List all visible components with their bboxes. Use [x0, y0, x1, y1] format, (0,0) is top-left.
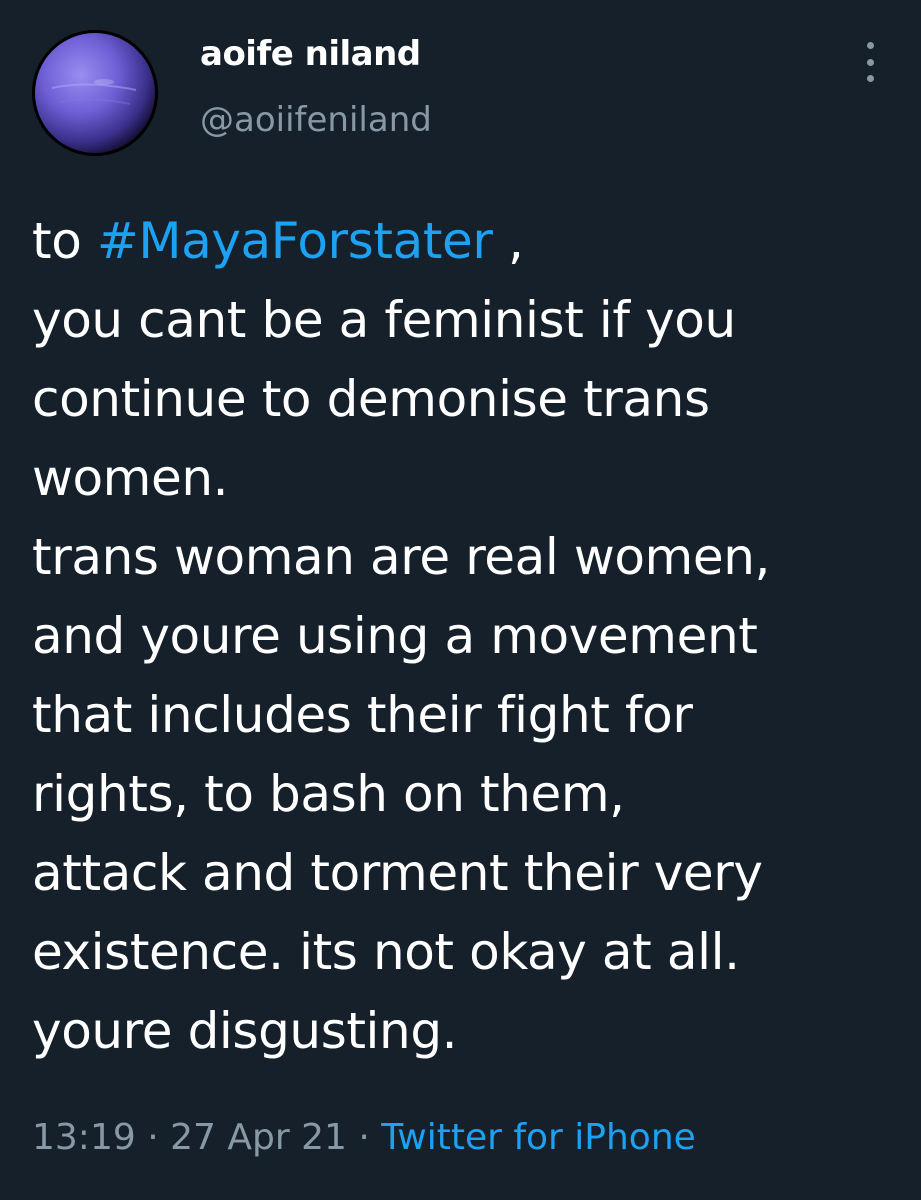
tweet-text: to #MayaForstater , you cant be a femini… [32, 202, 902, 1071]
more-dot [866, 75, 874, 82]
tweet-line: that includes their fight for [32, 686, 693, 744]
tweet-suffix: , [492, 212, 524, 270]
tweet-card: aoife niland @aoiifeniland to #MayaForst… [0, 0, 921, 1200]
tweet-prefix: to [32, 212, 97, 270]
tweet-date[interactable]: 27 Apr 21 [170, 1117, 347, 1158]
avatar[interactable] [32, 30, 158, 156]
display-name[interactable]: aoife niland [200, 34, 421, 74]
tweet-meta: 13:19 · 27 Apr 21 · Twitter for iPhone [32, 1117, 696, 1158]
tweet-line: women. [32, 449, 229, 507]
tweet-line: to #MayaForstater , [32, 202, 902, 281]
tweet-source-link[interactable]: Twitter for iPhone [381, 1117, 696, 1158]
tweet-line: youre disgusting. [32, 1002, 458, 1060]
meta-separator: · [135, 1117, 171, 1158]
tweet-line: rights, to bash on them, [32, 765, 625, 823]
tweet-line: continue to demonise trans [32, 370, 710, 428]
hashtag-link[interactable]: #MayaForstater [97, 212, 493, 270]
more-dot [866, 58, 874, 66]
avatar-planet-image [32, 30, 158, 156]
tweet-time[interactable]: 13:19 [32, 1117, 136, 1158]
more-vertical-icon[interactable] [850, 40, 890, 84]
tweet-line: existence. its not okay at all. [32, 923, 740, 981]
more-dot [866, 42, 874, 49]
tweet-line: trans woman are real women, [32, 528, 770, 586]
user-handle[interactable]: @aoiifeniland [200, 100, 432, 140]
meta-separator: · [346, 1117, 382, 1158]
tweet-line: you cant be a feminist if you [32, 291, 736, 349]
tweet-line: and youre using a movement [32, 607, 758, 665]
tweet-line: attack and torment their very [32, 844, 763, 902]
